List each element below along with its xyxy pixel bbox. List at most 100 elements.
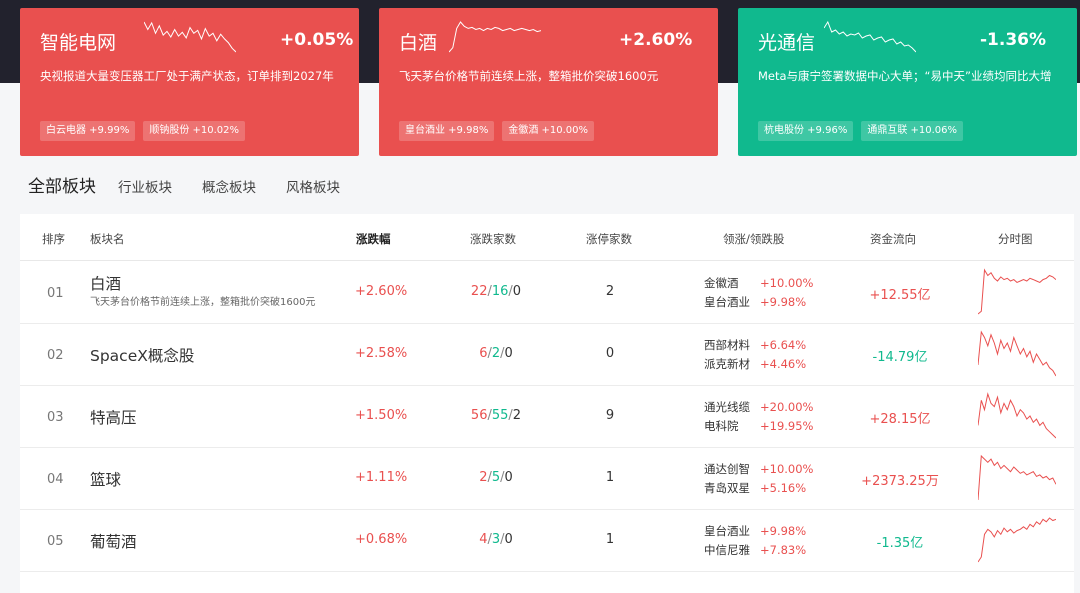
leading-stock[interactable]: 中信尼雅 +7.83% — [704, 541, 806, 560]
card-news: 飞天茅台价格节前连续上涨，整箱批价突破1600元 — [399, 69, 659, 83]
card-news: Meta与康宁签署数据中心大单；“易中天”业绩均同比大增 — [758, 69, 1052, 83]
leading-stocks: 金徽酒 +10.00% 皇台酒业 +9.98% — [704, 274, 814, 312]
down-count: 2 — [491, 346, 501, 361]
up-down-count: 4/3/0 — [436, 532, 556, 547]
leading-stock-change: +7.83% — [760, 543, 807, 557]
stock-chip[interactable]: 金徽酒 +10.00% — [502, 121, 595, 141]
card-chips: 皇台酒业 +9.98% 金徽酒 +10.00% — [399, 121, 595, 141]
col-header-leaders: 领涨/领跌股 — [723, 232, 785, 246]
leading-stock-change: +5.16% — [760, 481, 807, 495]
leading-stock-change: +20.00% — [760, 400, 814, 414]
up-count: 22 — [470, 284, 488, 299]
leading-stock-change: +19.95% — [760, 419, 814, 433]
tab-all-sectors[interactable]: 全部板块 — [28, 172, 96, 197]
leading-stock-name: 中信尼雅 — [704, 543, 750, 557]
sector-change: +2.58% — [355, 346, 408, 361]
featured-card-baijiu[interactable]: 白酒 +2.60% 飞天茅台价格节前连续上涨，整箱批价突破1600元 皇台酒业 … — [379, 8, 718, 156]
sparkline-path — [978, 454, 1056, 501]
leading-stock-change: +4.46% — [760, 357, 807, 371]
leading-stock[interactable]: 电科院 +19.95% — [704, 417, 814, 436]
stock-chip[interactable]: 顺钠股份 +10.02% — [143, 121, 246, 141]
col-header-up-down-count[interactable]: 涨跌家数 — [470, 231, 516, 247]
up-down-count: 6/2/0 — [436, 346, 556, 361]
col-header-rank[interactable]: 排序 — [42, 231, 65, 247]
leading-stocks: 皇台酒业 +9.98% 中信尼雅 +7.83% — [704, 522, 806, 560]
fund-flow: +2373.25万 — [861, 474, 939, 489]
leading-stock-change: +10.00% — [760, 276, 814, 290]
sector-change: +1.11% — [355, 470, 408, 485]
flat-count: 0 — [504, 470, 513, 485]
stock-chip[interactable]: 通鼎互联 +10.06% — [861, 121, 964, 141]
leading-stocks: 通达创智 +10.00% 青岛双星 +5.16% — [704, 460, 814, 498]
stock-chip[interactable]: 皇台酒业 +9.98% — [399, 121, 495, 141]
leading-stock-name: 青岛双星 — [704, 481, 750, 495]
card-title: 智能电网 — [40, 32, 117, 54]
sparkline-path — [978, 517, 1056, 563]
leading-stock[interactable]: 皇台酒业 +9.98% — [704, 522, 806, 541]
row-rank: 04 — [47, 472, 64, 487]
limit-up-count: 0 — [605, 346, 615, 361]
sparkline-path — [978, 392, 1056, 439]
up-down-count: 56/55/2 — [436, 408, 556, 423]
col-header-fund-flow[interactable]: 资金流向 — [870, 231, 916, 247]
col-header-limit-up-count[interactable]: 涨停家数 — [586, 231, 632, 247]
stock-chip[interactable]: 白云电器 +9.99% — [40, 121, 136, 141]
leading-stock[interactable]: 派克新材 +4.46% — [704, 355, 806, 374]
sector-tabs: 全部板块 行业板块 概念板块 风格板块 — [0, 172, 1080, 202]
sparkline-path — [449, 21, 541, 53]
sector-description: 飞天茅台价格节前连续上涨，整箱批价突破1600元 — [90, 297, 316, 308]
flat-count: 2 — [512, 408, 522, 423]
leading-stock[interactable]: 通达创智 +10.00% — [704, 460, 814, 479]
table-header: 排序 板块名 涨跌幅 涨跌家数 涨停家数 领涨/领跌股 资金流向 分时图 — [20, 214, 1074, 261]
card-title: 光通信 — [758, 32, 816, 54]
table-row[interactable]: 01 白酒 飞天茅台价格节前连续上涨，整箱批价突破1600元 +2.60% 22/16/… — [20, 262, 1074, 324]
leading-stock[interactable]: 皇台酒业 +9.98% — [704, 293, 814, 312]
leading-stocks: 通光线缆 +20.00% 电科院 +19.95% — [704, 398, 814, 436]
col-header-change[interactable]: 涨跌幅 — [356, 231, 391, 247]
minute-chart[interactable] — [978, 268, 1056, 316]
flat-count: 0 — [504, 532, 513, 547]
featured-sectors: 智能电网 +0.05% 央视报道大量变压器工厂处于满产状态，订单排到2027年 … — [0, 8, 1080, 158]
minute-chart[interactable] — [978, 516, 1056, 564]
leading-stock-name: 西部材料 — [704, 338, 750, 352]
leading-stock[interactable]: 金徽酒 +10.00% — [704, 274, 814, 293]
leading-stock[interactable]: 西部材料 +6.64% — [704, 336, 806, 355]
minute-chart[interactable] — [978, 454, 1056, 502]
minute-chart[interactable] — [978, 392, 1056, 440]
down-count: 5 — [491, 470, 501, 485]
sector-name[interactable]: SpaceX概念股 — [90, 344, 194, 366]
card-change: +0.05% — [280, 30, 354, 50]
featured-card-smart-grid[interactable]: 智能电网 +0.05% 央视报道大量变压器工厂处于满产状态，订单排到2027年 … — [20, 8, 359, 156]
tab-industry-sectors[interactable]: 行业板块 — [118, 176, 172, 196]
col-header-name: 板块名 — [90, 232, 125, 246]
fund-flow: +12.55亿 — [869, 288, 931, 303]
leading-stock-name: 通光线缆 — [704, 400, 750, 414]
row-rank: 03 — [47, 410, 64, 425]
row-rank: 01 — [47, 286, 64, 301]
card-title: 白酒 — [399, 32, 438, 54]
stock-chip[interactable]: 杭电股份 +9.96% — [758, 121, 854, 141]
leading-stock-change: +10.00% — [760, 462, 814, 476]
tab-style-sectors[interactable]: 风格板块 — [286, 176, 340, 196]
leading-stock-name: 金徽酒 — [704, 276, 739, 290]
sector-name[interactable]: 特高压 — [90, 406, 137, 428]
sector-table: 排序 板块名 涨跌幅 涨跌家数 涨停家数 领涨/领跌股 资金流向 分时图 01 白… — [20, 214, 1074, 593]
sector-name[interactable]: 葡萄酒 — [90, 530, 137, 552]
tab-concept-sectors[interactable]: 概念板块 — [202, 176, 256, 196]
sector-name[interactable]: 篮球 — [90, 468, 121, 490]
leading-stock-change: +6.64% — [760, 338, 807, 352]
card-sparkline — [449, 21, 541, 53]
leading-stock[interactable]: 通光线缆 +20.00% — [704, 398, 814, 417]
table-row[interactable]: 05 葡萄酒 +0.68% 4/3/0 1 皇台酒业 +9.98% 中信尼雅 +7.83% -1.… — [20, 510, 1074, 572]
leading-stock[interactable]: 青岛双星 +5.16% — [704, 479, 814, 498]
sector-name[interactable]: 白酒 — [90, 272, 121, 294]
table-row[interactable]: 02 SpaceX概念股 +2.58% 6/2/0 0 西部材料 +6.64% 派克新材 +4.… — [20, 324, 1074, 386]
minute-chart[interactable] — [978, 330, 1056, 378]
table-row[interactable]: 04 篮球 +1.11% 2/5/0 1 通达创智 +10.00% 青岛双星 +5.16% +23… — [20, 448, 1074, 510]
table-row[interactable]: 03 特高压 +1.50% 56/55/2 9 通光线缆 +20.00% 电科院 +19.95%… — [20, 386, 1074, 448]
fund-flow: +28.15亿 — [869, 412, 931, 427]
featured-card-optical-comm[interactable]: 光通信 -1.36% Meta与康宁签署数据中心大单；“易中天”业绩均同比大增 … — [738, 8, 1077, 156]
limit-up-count: 9 — [605, 408, 615, 423]
up-down-count: 2/5/0 — [436, 470, 556, 485]
fund-flow: -14.79亿 — [872, 350, 928, 365]
